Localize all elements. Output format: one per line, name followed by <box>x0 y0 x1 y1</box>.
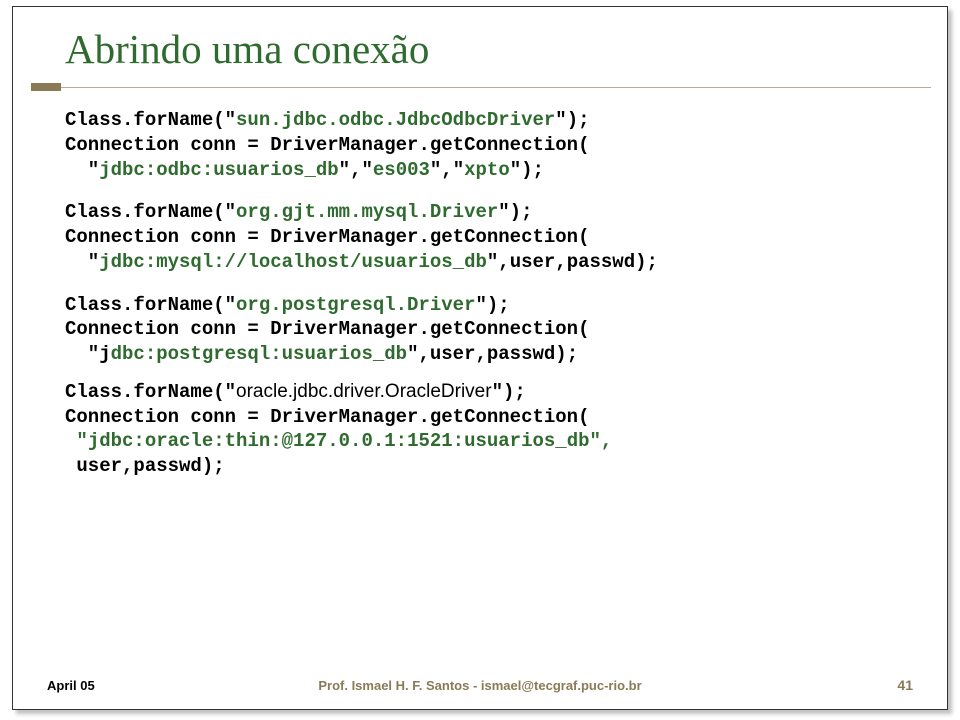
code-line: Connection conn = DriverManager.getConne… <box>65 134 913 158</box>
code-line: user,passwd); <box>65 455 913 479</box>
code-line: Class.forName("org.gjt.mm.mysql.Driver")… <box>65 201 913 225</box>
code-line: Class.forName("oracle.jdbc.driver.Oracle… <box>65 380 913 405</box>
code-line: Connection conn = DriverManager.getConne… <box>65 318 913 342</box>
code-line: "jdbc:postgresql:usuarios_db",user,passw… <box>65 343 913 367</box>
footer-page: 41 <box>897 677 913 693</box>
divider <box>31 83 931 89</box>
slide-title: Abrindo uma conexão <box>47 25 913 73</box>
code-line: Connection conn = DriverManager.getConne… <box>65 406 913 430</box>
code-body: Class.forName("sun.jdbc.odbc.JdbcOdbcDri… <box>47 109 913 479</box>
code-line: Class.forName("org.postgresql.Driver"); <box>65 294 913 318</box>
code-line: "jdbc:mysql://localhost/usuarios_db",use… <box>65 251 913 275</box>
footer-date: April 05 <box>47 678 95 693</box>
footer-author: Prof. Ismael H. F. Santos - ismael@tecgr… <box>318 678 641 693</box>
code-line: Class.forName("sun.jdbc.odbc.JdbcOdbcDri… <box>65 109 913 133</box>
divider-accent <box>31 83 61 91</box>
code-line: Connection conn = DriverManager.getConne… <box>65 226 913 250</box>
code-line: "jdbc:oracle:thin:@127.0.0.1:1521:usuari… <box>65 430 913 454</box>
code-line: "jdbc:odbc:usuarios_db","es003","xpto"); <box>65 159 913 183</box>
slide: Abrindo uma conexão Class.forName("sun.j… <box>12 6 948 710</box>
footer: April 05 Prof. Ismael H. F. Santos - ism… <box>47 669 913 693</box>
